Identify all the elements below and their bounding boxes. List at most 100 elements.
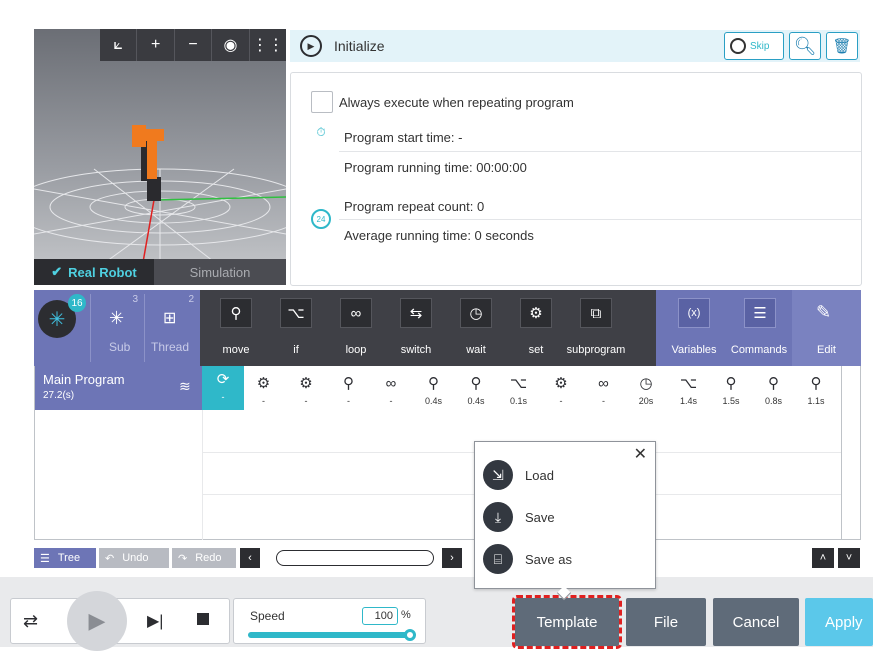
command-item[interactable]: ⚲ 1.5s xyxy=(712,370,750,410)
horizontal-scrollbar[interactable] xyxy=(276,550,434,566)
command-item[interactable]: ⚲ 0.4s xyxy=(457,370,495,410)
command-item[interactable]: ⚲ 1.1s xyxy=(797,370,835,410)
command-item[interactable]: ⚙ - xyxy=(245,370,283,410)
speed-input[interactable]: 100 xyxy=(362,607,398,625)
scroll-down-button[interactable]: ˅ xyxy=(838,548,860,568)
set-button[interactable]: ⚙ xyxy=(520,298,552,328)
skip-button[interactable]: Skip xyxy=(724,32,784,60)
scroll-up-button[interactable]: ˄ xyxy=(812,548,834,568)
if-button[interactable]: ⌥ xyxy=(280,298,312,328)
zoom-in-icon[interactable]: + xyxy=(137,29,175,61)
tab-simulation[interactable]: Simulation xyxy=(154,259,286,285)
wait-button[interactable]: ◷ xyxy=(460,298,492,328)
thread-label: Thread xyxy=(151,340,190,354)
stop-button[interactable] xyxy=(197,613,209,625)
template-button[interactable]: Template xyxy=(512,595,622,649)
set-icon: ⚙ xyxy=(554,375,568,392)
command-item[interactable]: ⌥ 0.1s xyxy=(500,370,538,410)
sub-tab[interactable]: 3 ✳ Sub xyxy=(90,294,144,362)
command-time: 1.1s xyxy=(807,396,825,406)
subprogram-button[interactable]: ⧉ xyxy=(580,298,612,328)
speed-slider-thumb[interactable] xyxy=(404,629,416,641)
scroll-left-button[interactable]: ‹ xyxy=(240,548,260,568)
load-item[interactable]: ⇲ Load xyxy=(483,460,554,490)
file-label: File xyxy=(653,613,679,631)
chevron-up-icon: ˄ xyxy=(819,552,827,564)
template-popup: ✕ ⇲ Load ⤓ Save ⌸ Save as xyxy=(474,441,656,601)
loop-icon: ∞ xyxy=(385,374,397,392)
program-canvas[interactable]: Main Program 27.2(s) ≋ ⟳ - ⚙ - ⚙ - ⚲ - ∞ - ⚲ 0.4s ⚲ 0… xyxy=(34,366,861,540)
command-time: 1.4s xyxy=(679,396,697,406)
command-item[interactable]: ∞ - xyxy=(585,370,623,410)
scroll-right-button[interactable]: › xyxy=(442,548,462,568)
undo-label: Undo xyxy=(122,552,149,564)
variables-icon: (x) xyxy=(687,307,701,319)
list-icon: ☰ xyxy=(753,305,767,322)
command-time: 0.8s xyxy=(764,396,782,406)
axis-icon[interactable]: ⟀ xyxy=(100,29,138,61)
commands-button[interactable]: ☰ xyxy=(744,298,776,328)
command-item[interactable]: ⚲ 0.8s xyxy=(755,370,793,410)
command-item[interactable]: ⚲ 0.4s xyxy=(415,370,453,410)
undo-button[interactable]: ↶ Undo xyxy=(99,548,169,568)
save-label: Save xyxy=(525,509,555,525)
play-button[interactable]: ▶ xyxy=(67,591,127,651)
tree-button[interactable]: ☰ Tree xyxy=(34,548,96,568)
edit-button[interactable]: ✎ Edit xyxy=(792,290,861,366)
commands-label: Commands xyxy=(730,344,788,356)
command-item[interactable]: ⚙ - xyxy=(287,370,325,410)
cancel-button[interactable]: Cancel xyxy=(713,598,799,646)
redo-icon: ↷ xyxy=(178,552,188,565)
speed-slider[interactable] xyxy=(248,632,408,638)
variables-button[interactable]: (x) xyxy=(678,298,710,328)
main-badge: 16 xyxy=(68,294,86,312)
timer-icon: ⏱ xyxy=(316,125,326,139)
skip-label: Skip xyxy=(750,40,770,52)
tab-real-robot[interactable]: ✔ Real Robot xyxy=(34,259,154,285)
save-item[interactable]: ⤓ Save xyxy=(483,502,555,532)
movel-icon: ⚲ xyxy=(725,375,737,392)
program-repeat-count: Program repeat count: 0 xyxy=(344,199,485,214)
command-item[interactable]: ⚲ - xyxy=(330,370,368,410)
always-execute-checkbox[interactable] xyxy=(311,91,333,113)
step-forward-icon[interactable]: ▶| xyxy=(147,611,163,631)
redo-label: Redo xyxy=(195,552,222,564)
trash-icon: 🗑︎ xyxy=(832,38,852,55)
set-label: set xyxy=(528,344,544,356)
command-item[interactable]: ⌥ 1.4s xyxy=(670,370,708,410)
command-item[interactable]: ⟳ - xyxy=(202,366,244,410)
thread-badge: 2 xyxy=(188,294,194,305)
command-item[interactable]: ⚙ - xyxy=(542,370,580,410)
save-as-item[interactable]: ⌸ Save as xyxy=(483,544,572,574)
command-time: 20s xyxy=(638,396,654,406)
apply-button[interactable]: Apply xyxy=(805,598,873,646)
command-item[interactable]: ∞ - xyxy=(372,370,410,410)
layers-icon[interactable]: ≋ xyxy=(179,378,191,395)
tree-icon: ☰ xyxy=(40,552,50,565)
wait-icon: ◷ xyxy=(469,305,483,322)
delete-button[interactable]: 🗑︎ xyxy=(826,32,858,60)
thread-tab[interactable]: 2 ⊞ Thread xyxy=(144,294,200,362)
move-button[interactable]: ⚲ xyxy=(220,298,252,328)
eye-icon[interactable]: ◉ xyxy=(212,29,250,61)
main-program-row[interactable]: Main Program 27.2(s) ≋ xyxy=(35,366,202,410)
close-icon[interactable]: ✕ xyxy=(634,444,647,464)
movel-icon: ⚲ xyxy=(428,375,439,392)
sub-label: Sub xyxy=(109,340,131,354)
grid-icon[interactable]: ⋮⋮ xyxy=(250,29,286,61)
zoom-out-icon[interactable]: − xyxy=(175,29,213,61)
command-palette: ✳ 16 3 ✳ Sub 2 ⊞ Thread ⚲ move ⌥ if ∞ lo… xyxy=(34,290,861,366)
file-button[interactable]: File xyxy=(626,598,706,646)
viewer-toolbar: ⟀ + − ◉ ⋮⋮ xyxy=(100,29,286,61)
redo-button[interactable]: ↷ Redo xyxy=(172,548,236,568)
search-button[interactable]: 🔍︎ xyxy=(789,32,821,60)
inbox-icon: ⌸ xyxy=(483,544,513,574)
command-item[interactable]: ◷ 20s xyxy=(627,370,665,410)
robot-3d-viewer[interactable] xyxy=(34,29,286,285)
loop-button[interactable]: ∞ xyxy=(340,298,372,328)
switch-button[interactable]: ⇆ xyxy=(400,298,432,328)
repeat-toggle-icon[interactable]: ⇄ xyxy=(23,611,38,632)
edit-label: Edit xyxy=(817,344,836,356)
playback-controls: ⇄ ▶ ▶| xyxy=(10,591,230,651)
chevron-left-icon: ‹ xyxy=(248,552,252,564)
